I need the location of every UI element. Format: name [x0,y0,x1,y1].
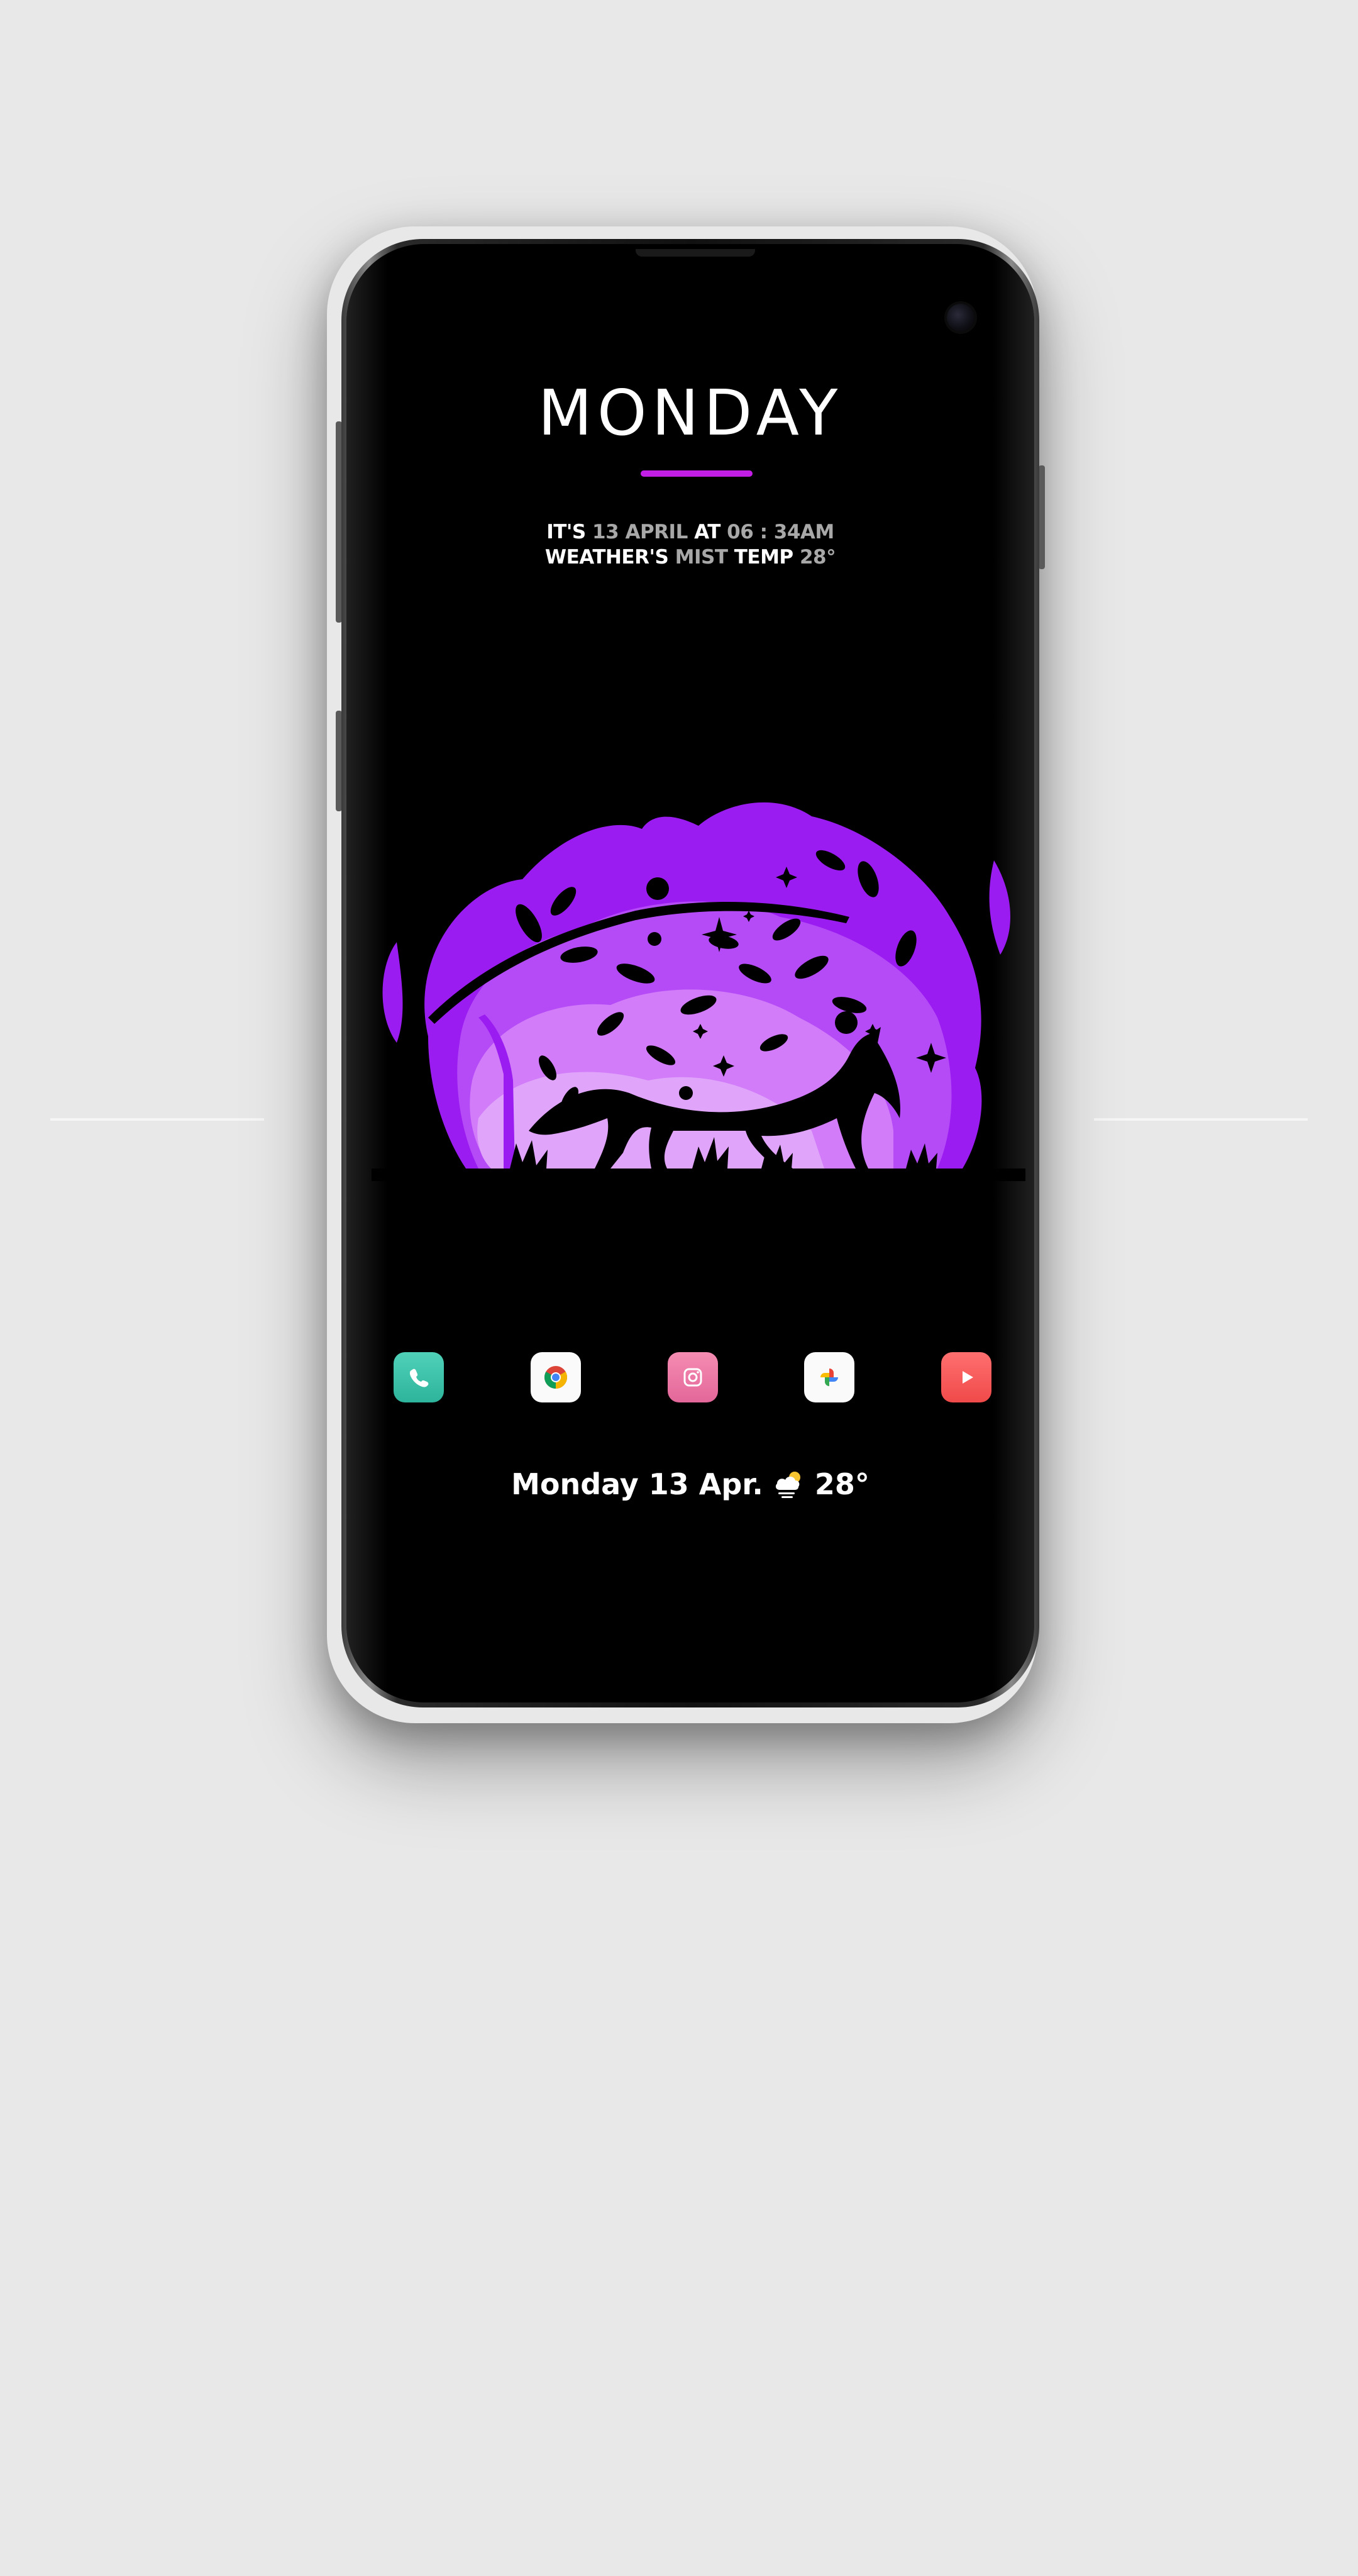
widget-date: Monday 13 Apr. [511,1467,763,1501]
widget-temp: 28° [814,1467,869,1501]
weather-line: WEATHER'S MIST TEMP 28° [346,546,1034,569]
chrome-icon [544,1366,568,1389]
youtube-app-button[interactable] [941,1352,991,1402]
phone-frame: MONDAY IT'S 13 APRIL AT 06 : 34AM WEATHE… [341,239,1039,1707]
photos-icon [820,1368,838,1386]
scene-background: MONDAY IT'S 13 APRIL AT 06 : 34AM WEATHE… [0,0,1358,2576]
front-camera [947,304,974,331]
phone-screen: MONDAY IT'S 13 APRIL AT 06 : 34AM WEATHE… [346,244,1034,1702]
surface-reflection-right [1094,1118,1308,1121]
art-flame-left [382,942,403,1043]
camera-icon [683,1368,702,1387]
time-value: 06 : 34AM [727,521,834,543]
app-dock [394,1352,997,1404]
at-label: AT [694,521,720,543]
temp-value: 28° [799,546,836,569]
earpiece [636,249,755,257]
youtube-icon [963,1371,973,1384]
weather-condition: MIST [675,546,728,569]
date-weather-widget[interactable]: Monday 13 Apr. 28° [346,1466,1034,1502]
weathers-label: WEATHER'S [544,546,669,569]
date-value: 13 APRIL [592,521,688,543]
phone-icon [409,1368,429,1387]
accent-divider [641,470,753,477]
its-label: IT'S [546,521,586,543]
power-button [1039,465,1045,569]
chrome-app-button[interactable] [531,1352,581,1402]
day-title: MONDAY [538,376,843,450]
photos-app-button[interactable] [804,1352,854,1402]
art-flame-right [989,860,1011,955]
surface-reflection-left [50,1118,264,1121]
camera-app-button[interactable] [668,1352,718,1402]
phone-app-button[interactable] [394,1352,444,1402]
temp-label: TEMP [734,546,793,569]
art-base [372,1169,1025,1181]
cloud-sun-icon [771,1466,807,1502]
wallpaper-horse-art [372,802,1025,1181]
date-time-line: IT'S 13 APRIL AT 06 : 34AM [346,521,1034,543]
